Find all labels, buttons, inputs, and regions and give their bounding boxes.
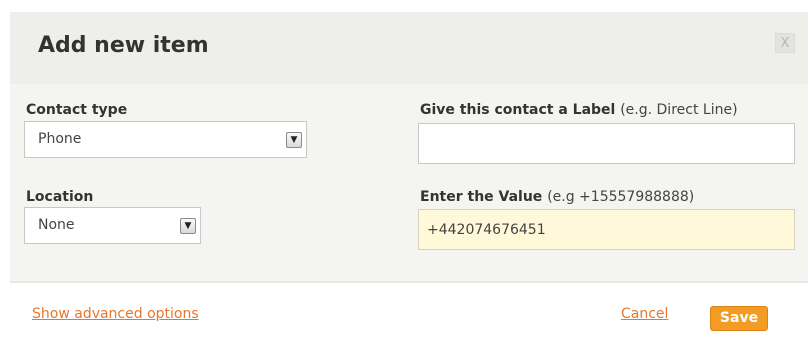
location-label: Location (26, 189, 94, 205)
contact-value-input[interactable] (418, 209, 795, 250)
contact-value-label: Enter the Value (e.g +15557988888) (420, 189, 694, 205)
contact-type-select[interactable]: Phone ▼ (24, 121, 307, 158)
dialog-header: Add new item X (10, 12, 808, 84)
contact-type-value: Phone (38, 131, 82, 147)
cancel-link[interactable]: Cancel (621, 306, 668, 322)
contact-type-label: Contact type (26, 102, 128, 118)
contact-label-hint: (e.g. Direct Line) (620, 102, 738, 118)
chevron-down-icon[interactable]: ▼ (180, 218, 196, 234)
location-select[interactable]: None ▼ (24, 207, 201, 244)
contact-label-title: Give this contact a Label (420, 102, 616, 118)
contact-label-input[interactable] (418, 123, 795, 164)
contact-value-hint: (e.g +15557988888) (547, 189, 695, 205)
save-button[interactable]: Save (710, 306, 768, 331)
contact-label-label: Give this contact a Label (e.g. Direct L… (420, 102, 738, 118)
add-item-dialog: Add new item X Contact type Phone ▼ Loca… (10, 12, 808, 349)
chevron-down-icon[interactable]: ▼ (286, 132, 302, 148)
close-icon: X (780, 36, 790, 51)
footer-divider (10, 281, 808, 283)
dialog-title: Add new item (38, 33, 209, 58)
close-button[interactable]: X (775, 33, 795, 53)
contact-value-title: Enter the Value (420, 189, 543, 205)
location-value: None (38, 217, 75, 233)
show-advanced-options-link[interactable]: Show advanced options (32, 306, 199, 322)
